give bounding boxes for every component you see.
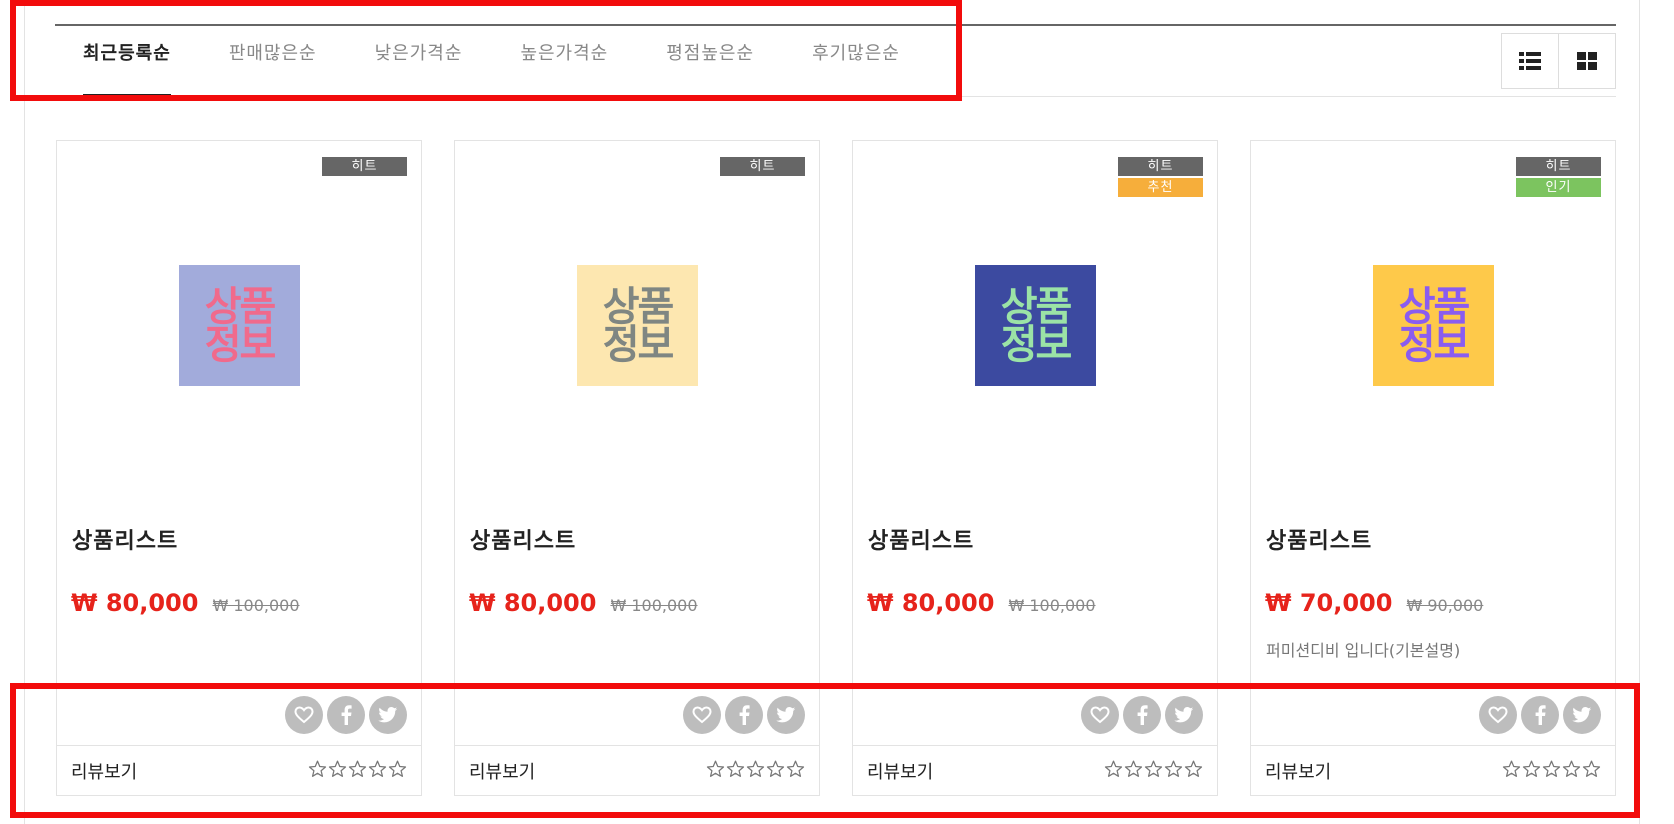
product-thumbnail[interactable]: 상품 정보: [179, 265, 300, 386]
grid-view-icon: [1577, 52, 1597, 70]
thumbnail-text-line1: 상품: [204, 283, 277, 330]
product-thumbnail[interactable]: 상품 정보: [577, 265, 698, 386]
view-toggle: [1501, 33, 1616, 89]
product-badge: 히트: [1516, 157, 1601, 176]
thumbnail-text-line2: 정보: [1398, 321, 1471, 368]
original-price: ₩ 90,000: [1406, 596, 1484, 615]
annotation-box-card-footers: [10, 683, 1640, 818]
badge-list: 히트: [322, 157, 407, 178]
product-name[interactable]: 상품리스트: [72, 523, 178, 555]
sale-price: ₩ 80,000: [469, 589, 597, 617]
price-row: ₩ 80,000 ₩ 100,000: [469, 589, 698, 617]
product-badge: 인기: [1516, 178, 1601, 197]
product-thumbnail[interactable]: 상품 정보: [1373, 265, 1494, 386]
product-name[interactable]: 상품리스트: [470, 523, 576, 555]
grid-view-button[interactable]: [1558, 34, 1615, 88]
thumbnail-text-line1: 상품: [1000, 283, 1073, 330]
product-badge: 히트: [1118, 157, 1203, 176]
thumbnail-text-line2: 정보: [204, 321, 277, 368]
list-view-button[interactable]: [1502, 34, 1558, 88]
price-row: ₩ 80,000 ₩ 100,000: [867, 589, 1096, 617]
product-badge: 히트: [322, 157, 407, 176]
product-thumbnail[interactable]: 상품 정보: [975, 265, 1096, 386]
thumbnail-text-line2: 정보: [602, 321, 675, 368]
thumbnail-text-line1: 상품: [1398, 283, 1471, 330]
product-name[interactable]: 상품리스트: [1266, 523, 1372, 555]
badge-list: 히트인기: [1516, 157, 1601, 199]
price-row: ₩ 80,000 ₩ 100,000: [71, 589, 300, 617]
annotation-box-sort-bar: [10, 0, 962, 101]
list-view-icon: [1519, 52, 1541, 70]
badge-list: 히트추천: [1118, 157, 1203, 199]
original-price: ₩ 100,000: [610, 596, 698, 615]
product-badge: 추천: [1118, 178, 1203, 197]
original-price: ₩ 100,000: [1008, 596, 1096, 615]
product-name[interactable]: 상품리스트: [868, 523, 974, 555]
thumbnail-text-line2: 정보: [1000, 321, 1073, 368]
badge-list: 히트: [720, 157, 805, 178]
original-price: ₩ 100,000: [212, 596, 300, 615]
product-description: 퍼미션디비 입니다(기본설명): [1266, 641, 1461, 660]
price-row: ₩ 70,000 ₩ 90,000: [1265, 589, 1483, 617]
thumbnail-text-line1: 상품: [602, 283, 675, 330]
product-badge: 히트: [720, 157, 805, 176]
sale-price: ₩ 80,000: [71, 589, 199, 617]
sale-price: ₩ 70,000: [1265, 589, 1393, 617]
sale-price: ₩ 80,000: [867, 589, 995, 617]
